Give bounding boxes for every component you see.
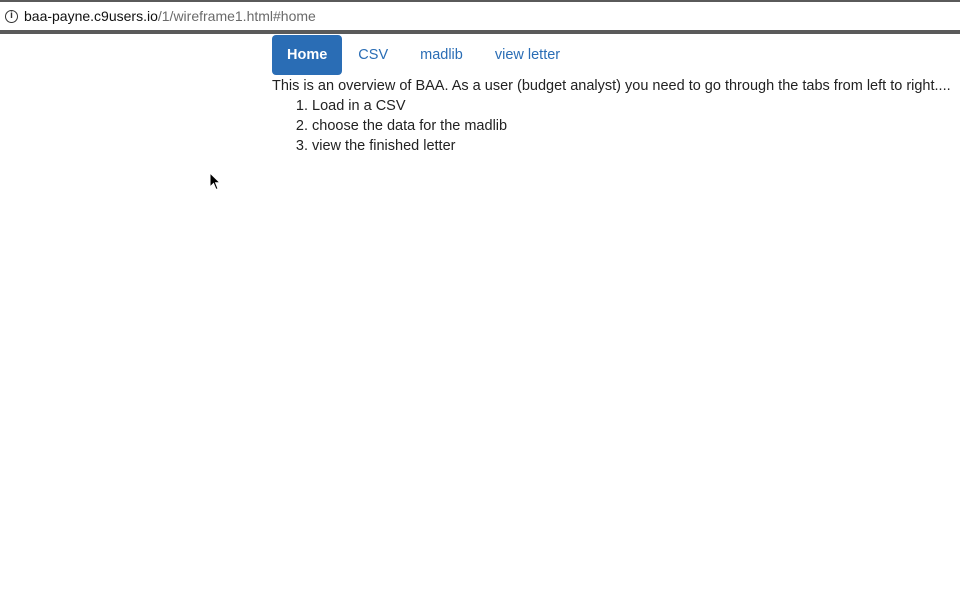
tab-csv[interactable]: CSV [342,35,404,75]
browser-chrome-divider [0,30,960,34]
step-item: view the finished letter [312,136,960,156]
step-item: choose the data for the madlib [312,116,960,136]
nav-tabs: Home CSV madlib view letter [272,35,960,75]
tab-view-letter[interactable]: view letter [479,35,576,75]
browser-address-bar[interactable]: i baa-payne.c9users.io/1/wireframe1.html… [0,0,960,30]
url-field[interactable]: baa-payne.c9users.io/1/wireframe1.html#h… [24,8,316,24]
info-icon[interactable]: i [5,9,18,23]
mouse-pointer-icon [209,172,221,191]
tab-madlib[interactable]: madlib [404,35,479,75]
tab-home[interactable]: Home [272,35,343,75]
url-host: baa-payne.c9users.io [24,8,158,24]
steps-list: Load in a CSV choose the data for the ma… [272,96,960,156]
overview-text: This is an overview of BAA. As a user (b… [272,78,951,94]
step-item: Load in a CSV [312,96,960,116]
page-content: Home CSV madlib view letter This is an o… [272,35,960,156]
url-path: /1/wireframe1.html#home [157,8,316,24]
